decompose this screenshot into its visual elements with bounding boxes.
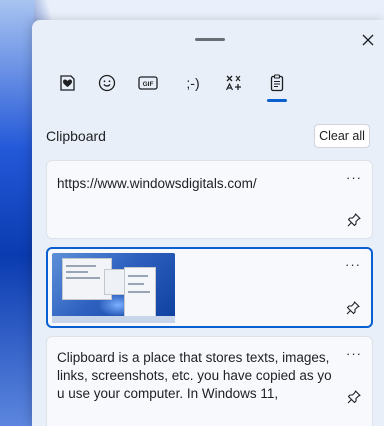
active-tab-indicator bbox=[267, 99, 287, 102]
emoji-clipboard-panel: GIF ;-) Clipboard Clear all https://www.… bbox=[32, 20, 384, 426]
more-options-button[interactable]: ··· bbox=[343, 256, 363, 272]
more-options-button[interactable]: ··· bbox=[344, 169, 364, 185]
more-options-button[interactable]: ··· bbox=[344, 345, 364, 361]
pin-icon bbox=[347, 390, 361, 404]
pin-icon bbox=[346, 301, 360, 315]
screenshot-thumbnail bbox=[52, 253, 175, 323]
tab-symbols[interactable] bbox=[221, 70, 247, 96]
drag-handle[interactable] bbox=[195, 38, 225, 41]
clipboard-item-url[interactable]: https://www.windowsdigitals.com/ ··· bbox=[46, 160, 373, 239]
gif-icon: GIF bbox=[138, 76, 158, 90]
tab-gif[interactable]: GIF bbox=[135, 70, 161, 96]
heart-sticker-icon bbox=[60, 75, 75, 91]
clear-all-button[interactable]: Clear all bbox=[314, 124, 370, 148]
tab-clipboard[interactable] bbox=[264, 70, 290, 102]
svg-text:GIF: GIF bbox=[143, 81, 154, 88]
tab-kaomoji[interactable]: ;-) bbox=[176, 70, 210, 96]
pin-button[interactable] bbox=[346, 389, 362, 405]
pin-button[interactable] bbox=[346, 212, 362, 228]
smiley-icon bbox=[98, 74, 116, 92]
clipboard-item-text-long[interactable]: Clipboard is a place that stores texts, … bbox=[46, 336, 373, 426]
close-icon bbox=[362, 34, 374, 46]
pin-button[interactable] bbox=[345, 300, 361, 316]
tab-emoji[interactable] bbox=[94, 70, 120, 96]
clipboard-icon bbox=[270, 74, 284, 92]
clipboard-title: Clipboard bbox=[46, 128, 106, 144]
clipboard-item-text: https://www.windowsdigitals.com/ bbox=[57, 176, 257, 191]
wallpaper-bloom bbox=[0, 0, 34, 426]
clipboard-item-text: Clipboard is a place that stores texts, … bbox=[57, 350, 332, 401]
clipboard-item-image[interactable]: ··· bbox=[46, 247, 373, 328]
close-button[interactable] bbox=[360, 32, 376, 48]
pin-icon bbox=[347, 213, 361, 227]
tab-stickers[interactable] bbox=[54, 70, 80, 96]
kaomoji-icon: ;-) bbox=[186, 75, 200, 91]
symbols-icon bbox=[225, 75, 241, 91]
